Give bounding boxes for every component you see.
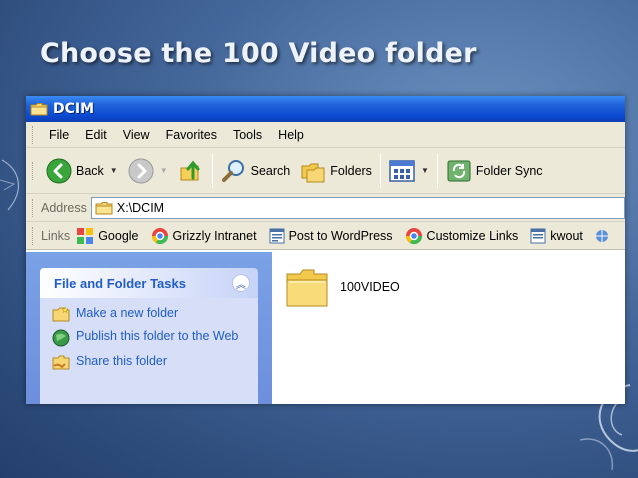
file-folder-tasks-panel: File and Folder Tasks ︽ Make a new folde… — [40, 268, 258, 404]
up-folder-button[interactable] — [173, 152, 209, 190]
task-label: Make a new folder — [76, 306, 179, 320]
new-folder-icon — [52, 306, 70, 322]
task-label: Share this folder — [76, 354, 168, 368]
task-make-new-folder[interactable]: Make a new folder — [52, 306, 252, 322]
address-bar: Address X:\DCIM — [26, 194, 625, 222]
menu-tools[interactable]: Tools — [225, 128, 270, 142]
folders-button[interactable]: Folders — [295, 152, 377, 190]
task-share-folder[interactable]: Share this folder — [52, 354, 252, 370]
forward-button[interactable]: ▼ — [123, 152, 173, 190]
toolbar-grip — [32, 198, 35, 217]
search-button[interactable]: Search — [216, 152, 296, 190]
folder-icon — [30, 103, 48, 116]
folder-icon — [286, 269, 328, 307]
views-button[interactable]: ▼ — [384, 152, 434, 190]
slide-title: Choose the 100 Video folder — [40, 38, 477, 69]
link-label: Customize Links — [426, 228, 519, 243]
link-label: Google — [98, 228, 139, 243]
link-label: kwout — [550, 228, 583, 243]
forward-arrow-icon — [128, 158, 154, 183]
chevron-down-icon[interactable]: ▼ — [160, 166, 168, 175]
task-pane: File and Folder Tasks ︽ Make a new folde… — [26, 252, 272, 404]
menu-bar: File Edit View Favorites Tools Help — [26, 122, 625, 148]
folder-item-100video[interactable]: 100VIDEO — [284, 266, 400, 310]
share-folder-icon — [52, 355, 70, 370]
menu-file[interactable]: File — [41, 128, 77, 142]
links-bar: Links Google Grizzly Intranet Post to Wo… — [26, 222, 625, 250]
search-label: Search — [250, 163, 291, 178]
collapse-icon[interactable]: ︽ — [232, 274, 250, 292]
google-icon — [77, 227, 94, 244]
file-list-pane: 100VIDEO — [272, 252, 625, 404]
chrome-icon — [151, 227, 168, 244]
address-input[interactable]: X:\DCIM — [90, 196, 625, 219]
link-post-to-wordpress[interactable]: Post to WordPress — [269, 228, 393, 244]
menu-view[interactable]: View — [115, 128, 158, 142]
page-icon — [530, 228, 546, 243]
toolbar-grip — [32, 161, 35, 180]
toolbar-separator — [436, 153, 438, 188]
link-label: Post to WordPress — [288, 228, 393, 243]
back-button[interactable]: Back ▼ — [41, 152, 123, 190]
link-kwout[interactable]: kwout — [530, 228, 583, 244]
menu-help[interactable]: Help — [270, 128, 312, 142]
up-folder-icon — [180, 160, 200, 180]
title-bar[interactable]: DCIM — [26, 96, 625, 122]
window-title: DCIM — [53, 101, 95, 117]
page-icon — [269, 228, 285, 243]
folder-sync-icon — [447, 160, 471, 181]
search-icon — [221, 159, 244, 182]
folder-sync-label: Folder Sync — [475, 163, 543, 178]
folders-icon — [301, 163, 325, 182]
link-google[interactable]: Google — [76, 227, 139, 245]
chevron-down-icon[interactable]: ▼ — [110, 166, 118, 175]
folders-label: Folders — [330, 163, 372, 178]
content-area: File and Folder Tasks ︽ Make a new folde… — [26, 252, 625, 404]
link-label: Grizzly Intranet — [172, 228, 257, 243]
chevron-down-icon[interactable]: ▼ — [421, 166, 429, 175]
address-value: X:\DCIM — [116, 200, 165, 215]
folder-sync-button[interactable]: Folder Sync — [441, 152, 548, 190]
views-icon — [389, 159, 415, 182]
globe-icon — [595, 229, 608, 242]
toolbar-grip — [32, 226, 35, 245]
task-publish-folder-to-web[interactable]: Publish this folder to the Web — [52, 329, 252, 347]
link-grizzly-intranet[interactable]: Grizzly Intranet — [151, 227, 257, 245]
link-customize-links[interactable]: Customize Links — [405, 227, 519, 245]
toolbar-separator — [211, 153, 213, 188]
folder-name: 100VIDEO — [340, 280, 400, 294]
address-label: Address — [41, 200, 87, 215]
links-overflow-icon[interactable] — [595, 229, 609, 243]
links-label: Links — [41, 228, 71, 243]
task-label: Publish this folder to the Web — [76, 329, 239, 343]
globe-icon — [52, 329, 70, 347]
menu-favorites[interactable]: Favorites — [158, 128, 225, 142]
standard-toolbar: Back ▼ ▼ Search Folders ▼ Folder Sync — [26, 148, 625, 194]
back-label: Back — [76, 163, 104, 178]
explorer-window: DCIM File Edit View Favorites Tools Help… — [26, 96, 625, 404]
toolbar-separator — [379, 153, 381, 188]
toolbar-grip — [32, 125, 35, 144]
task-list: Make a new folder Publish this folder to… — [40, 298, 258, 404]
task-panel-title: File and Folder Tasks — [54, 275, 186, 291]
folder-icon — [95, 201, 113, 214]
menu-edit[interactable]: Edit — [77, 128, 115, 142]
chrome-icon — [405, 227, 422, 244]
task-panel-header[interactable]: File and Folder Tasks ︽ — [40, 268, 258, 298]
back-arrow-icon — [46, 158, 72, 183]
